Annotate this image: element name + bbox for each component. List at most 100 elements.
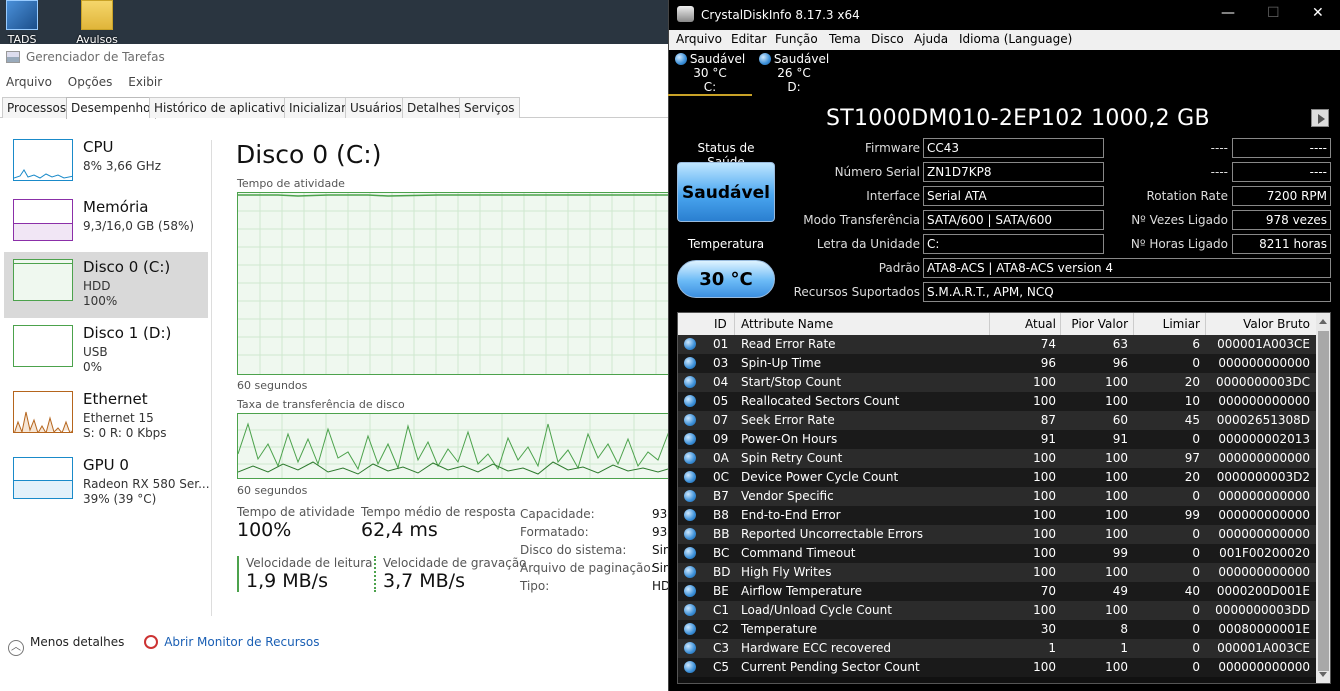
maximize-button[interactable]: ☐ [1267, 5, 1280, 21]
tab-inicializar[interactable]: Inicializar [284, 97, 352, 118]
cell-valor-bruto: 000001A003CE [1217, 337, 1310, 351]
col-atual[interactable]: Atual [1025, 317, 1056, 331]
info-value: 932 [652, 525, 668, 539]
col-attribute-name[interactable]: Attribute Name [741, 317, 833, 331]
stat-value: 62,4 ms [361, 519, 438, 541]
table-row[interactable]: 0C Device Power Cycle Count 100 100 20 000000… [678, 468, 1316, 487]
cell-id: 0C [713, 470, 730, 484]
cell-limiar: 0 [1192, 356, 1200, 370]
disk-selector-c[interactable]: Saudável 30 °C C: [668, 52, 752, 96]
cell-id: 07 [713, 413, 729, 427]
active-time-graph-svg [238, 193, 676, 374]
sidebar-item-detail: 8% 3,66 GHz [83, 159, 162, 173]
minimize-button[interactable]: — [1221, 5, 1235, 21]
col-id[interactable]: ID [714, 317, 727, 331]
tab-detalhes[interactable]: Detalhes [402, 97, 466, 118]
cell-limiar: 0 [1192, 546, 1200, 560]
table-row[interactable]: C2 Temperature 30 8 0 00080000001E [678, 620, 1316, 639]
rotation-rate-value: 7200 RPM [1232, 186, 1331, 206]
temperature-display[interactable]: 30 °C [677, 260, 775, 298]
sidebar-item-memoria[interactable]: Memória 9,3/16,0 GB (58%) [4, 192, 208, 258]
tab-desempenho[interactable]: Desempenho [66, 97, 156, 119]
health-ball-icon [758, 53, 771, 65]
desktop-icon-tads[interactable]: TADS [0, 0, 44, 46]
table-row[interactable]: 09 Power-On Hours 91 91 0 000000002013 [678, 430, 1316, 449]
col-limiar[interactable]: Limiar [1163, 317, 1200, 331]
table-row[interactable]: C1 Load/Unload Cycle Count 100 100 0 00000000… [678, 601, 1316, 620]
status-ball-icon [684, 414, 696, 426]
menu-ajuda[interactable]: Ajuda [914, 32, 948, 46]
status-ball-icon [684, 490, 696, 502]
table-row[interactable]: C3 Hardware ECC recovered 1 1 0 000001A003CE [678, 639, 1316, 658]
cell-attribute-name: Spin-Up Time [741, 356, 822, 370]
cell-atual: 1 [1048, 641, 1056, 655]
close-button[interactable]: ✕ [1312, 5, 1324, 21]
cell-limiar: 0 [1192, 527, 1200, 541]
menu-editar[interactable]: Editar [731, 32, 767, 46]
status-ball-icon [684, 509, 696, 521]
cell-atual: 100 [1033, 489, 1056, 503]
table-scrollbar[interactable] [1316, 313, 1330, 683]
table-row[interactable]: BD High Fly Writes 100 100 0 000000000000 [678, 563, 1316, 582]
menu-arquivo[interactable]: Arquivo [6, 75, 52, 89]
health-status-button[interactable]: Saudável [677, 162, 775, 222]
table-row[interactable]: 04 Start/Stop Count 100 100 20 0000000003DC [678, 373, 1316, 392]
serial-label: Número Serial [834, 165, 920, 179]
firmware-label: Firmware [865, 141, 920, 155]
sidebar-item-gpu[interactable]: GPU 0 Radeon RX 580 Ser... 39% (39 °C) [4, 450, 210, 516]
task-manager-window: Gerenciador de Tarefas Arquivo Opções Ex… [0, 44, 677, 691]
menu-funcao[interactable]: Função [775, 32, 818, 46]
table-row[interactable]: BB Reported Uncorrectable Errors 100 100 0 00… [678, 525, 1316, 544]
table-row[interactable]: BC Command Timeout 100 99 0 001F00200020 [678, 544, 1316, 563]
status-ball-icon [684, 566, 696, 578]
table-row[interactable]: 03 Spin-Up Time 96 96 0 000000000000 [678, 354, 1316, 373]
status-ball-icon [684, 452, 696, 464]
menu-exibir[interactable]: Exibir [128, 75, 162, 89]
table-row[interactable]: B8 End-to-End Error 100 100 99 000000000000 [678, 506, 1316, 525]
cell-attribute-name: Reported Uncorrectable Errors [741, 527, 924, 541]
table-row[interactable]: C5 Current Pending Sector Count 100 100 0 000… [678, 658, 1316, 677]
table-row[interactable]: 05 Reallocated Sectors Count 100 100 10 00000… [678, 392, 1316, 411]
table-row[interactable]: 0A Spin Retry Count 100 100 97 000000000000 [678, 449, 1316, 468]
scroll-up-icon[interactable] [1319, 319, 1327, 324]
status-ball-icon [684, 395, 696, 407]
tab-servicos[interactable]: Serviços [459, 97, 520, 118]
desktop-icon-avulsos[interactable]: Avulsos [75, 0, 119, 46]
next-disk-button[interactable] [1311, 109, 1329, 127]
scrollbar-thumb[interactable] [1318, 331, 1329, 671]
cell-limiar: 6 [1192, 337, 1200, 351]
menu-disco[interactable]: Disco [871, 32, 904, 46]
fewer-details-button[interactable]: ︿ Menos detalhes [8, 635, 124, 656]
scroll-down-icon[interactable] [1319, 672, 1327, 677]
cell-attribute-name: Device Power Cycle Count [741, 470, 899, 484]
cell-pior: 100 [1105, 527, 1128, 541]
table-row[interactable]: 01 Read Error Rate 74 63 6 000001A003CE [678, 335, 1316, 354]
menu-opcoes[interactable]: Opções [68, 75, 113, 89]
tab-usuarios[interactable]: Usuários [345, 97, 407, 118]
sidebar-item-disco-0[interactable]: Disco 0 (C:) HDD 100% [4, 252, 208, 318]
sidebar-item-detail: Ethernet 15 [83, 411, 154, 425]
status-ball-icon [684, 528, 696, 540]
col-valor-bruto[interactable]: Valor Bruto [1243, 317, 1310, 331]
col-pior[interactable]: Pior Valor [1071, 317, 1128, 331]
menu-arquivo[interactable]: Arquivo [676, 32, 722, 46]
sidebar-item-usage: 100% [83, 294, 118, 308]
tab-historico[interactable]: Histórico de aplicativos [149, 97, 299, 118]
disk-letter: C: [703, 80, 717, 94]
open-resource-monitor-link[interactable]: Abrir Monitor de Recursos [144, 635, 319, 649]
table-row[interactable]: B7 Vendor Specific 100 100 0 000000000000 [678, 487, 1316, 506]
tab-processos[interactable]: Processos [2, 97, 72, 118]
read-speed-stat: Velocidade de leitura 1,9 MB/s [237, 556, 373, 592]
sidebar-item-ethernet[interactable]: Ethernet Ethernet 15 S: 0 R: 0 Kbps [4, 384, 208, 450]
sidebar-item-disco-1[interactable]: Disco 1 (D:) USB 0% [4, 318, 208, 384]
disk-selector-d[interactable]: Saudável 26 °C D: [752, 52, 836, 96]
cell-atual: 30 [1040, 622, 1056, 636]
cell-pior: 96 [1112, 356, 1128, 370]
table-row[interactable]: BE Airflow Temperature 70 49 40 0000200D001E [678, 582, 1316, 601]
sidebar-item-cpu[interactable]: CPU 8% 3,66 GHz [4, 132, 208, 198]
cell-atual: 100 [1033, 603, 1056, 617]
menu-idioma[interactable]: Idioma (Language) [959, 32, 1072, 46]
sidebar-item-name: CPU [83, 138, 114, 156]
menu-tema[interactable]: Tema [829, 32, 861, 46]
table-row[interactable]: 07 Seek Error Rate 87 60 45 00002651308D [678, 411, 1316, 430]
